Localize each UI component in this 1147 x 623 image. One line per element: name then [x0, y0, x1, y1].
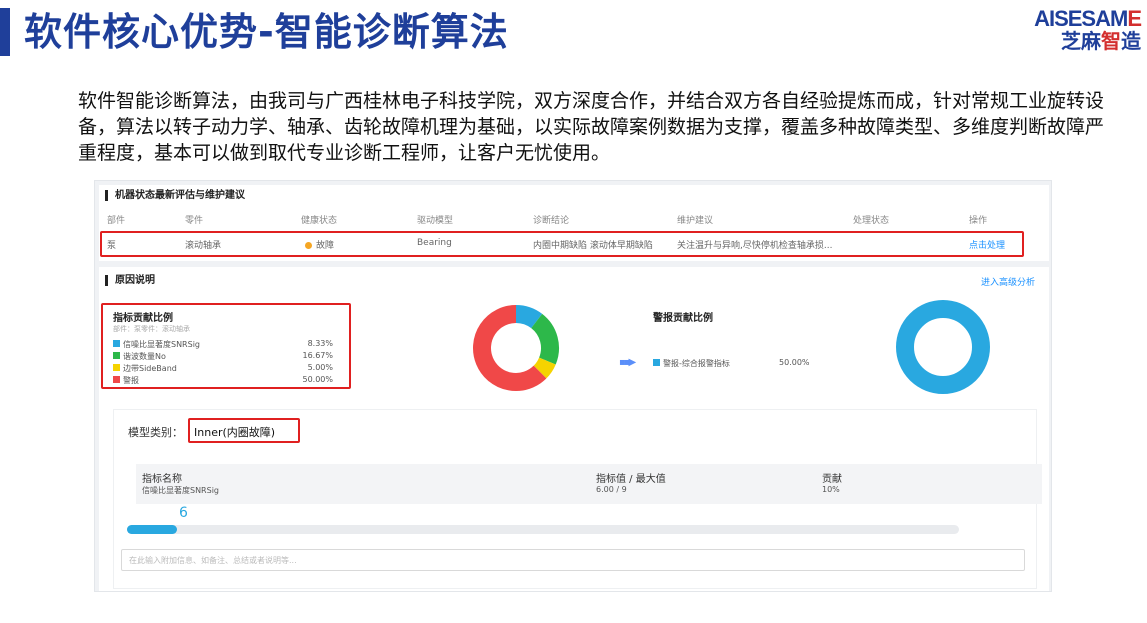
- col-advice: 维护建议: [677, 216, 714, 226]
- gauge-value: 6: [179, 505, 188, 521]
- slide-title: 软件核心优势-智能诊断算法: [24, 10, 509, 54]
- col-conclusion: 诊断结论: [533, 216, 570, 226]
- note-textarea[interactable]: 在此输入附加信息、如备注、总结或者说明等...: [121, 549, 1025, 571]
- logo-en-tail: E: [1127, 6, 1142, 31]
- company-logo: AISESAME 芝麻智造: [1034, 6, 1142, 53]
- col-health: 健康状态: [301, 216, 338, 226]
- status-panel: 机器状态最新评估与维护建议 部件 零件 健康状态 驱动模型 诊断结论 维护建议 …: [99, 185, 1049, 261]
- note-placeholder: 在此输入附加信息、如备注、总结或者说明等...: [129, 556, 297, 565]
- intro-paragraph: 软件智能诊断算法，由我司与广西桂林电子科技学院，双方深度合作，并结合双方各自经验…: [78, 90, 1105, 164]
- col-part: 部件: [107, 216, 126, 226]
- status-panel-title: 机器状态最新评估与维护建议: [105, 190, 245, 201]
- alarm-item-pct: 50.00%: [779, 358, 810, 367]
- alarm-legend-item: 警报-综合报警指标: [653, 358, 730, 369]
- cell-metric-value: 6.00 / 9: [596, 485, 627, 494]
- alarm-title: 警报贡献比例: [653, 313, 713, 324]
- logo-cn-red: 智: [1101, 29, 1121, 53]
- col-model: 驱动模型: [417, 216, 454, 226]
- col-metric-value: 指标值 / 最大值: [596, 474, 666, 485]
- highlight-model: [188, 418, 300, 443]
- alarm-donut-chart: [896, 300, 990, 394]
- alarm-swatch: [653, 359, 660, 366]
- contrib-donut-slice-1: [515, 305, 543, 329]
- logo-en-main: AISESAM: [1034, 6, 1128, 31]
- reason-panel-title: 原因说明: [105, 275, 155, 286]
- col-state: 处理状态: [853, 216, 890, 226]
- logo-cn-tail: 造: [1121, 29, 1141, 53]
- contrib-donut-slice-2: [530, 313, 559, 365]
- metric-progress-fill: [127, 525, 177, 534]
- contrib-donut-slice-3: [533, 357, 556, 379]
- model-label: 模型类别：: [128, 426, 183, 439]
- cell-metric-name: 信噪比显著度SNRSig: [142, 486, 219, 495]
- title-accent-bar: [0, 8, 10, 56]
- highlight-status-row: [100, 231, 1024, 257]
- alarm-donut-slice-1: [896, 300, 990, 394]
- alarm-item-label: 警报-综合报警指标: [663, 359, 730, 368]
- contrib-donut-chart: [473, 305, 559, 391]
- advanced-analysis-link[interactable]: 进入高级分析: [981, 275, 1035, 288]
- col-component: 零件: [185, 216, 204, 226]
- app-screenshot: 机器状态最新评估与维护建议 部件 零件 健康状态 驱动模型 诊断结论 维护建议 …: [94, 180, 1052, 592]
- alarm-arrow-icon: ▪▪▶: [619, 357, 636, 368]
- cell-contribution: 10%: [822, 485, 840, 494]
- col-action: 操作: [969, 216, 988, 226]
- metric-table: 指标名称 指标值 / 最大值 贡献 信噪比显著度SNRSig 6.00 / 9 …: [136, 464, 1042, 504]
- logo-cn-main: 芝麻: [1061, 29, 1101, 53]
- col-contribution: 贡献: [822, 474, 842, 485]
- reason-panel: 原因说明 进入高级分析 指标贡献比例 部件：泵零件：滚动轴承 信噪比显著度SNR…: [99, 267, 1049, 591]
- metric-progress-bar: [127, 525, 959, 534]
- col-metric-name: 指标名称: [142, 474, 182, 485]
- highlight-contrib: [101, 303, 351, 389]
